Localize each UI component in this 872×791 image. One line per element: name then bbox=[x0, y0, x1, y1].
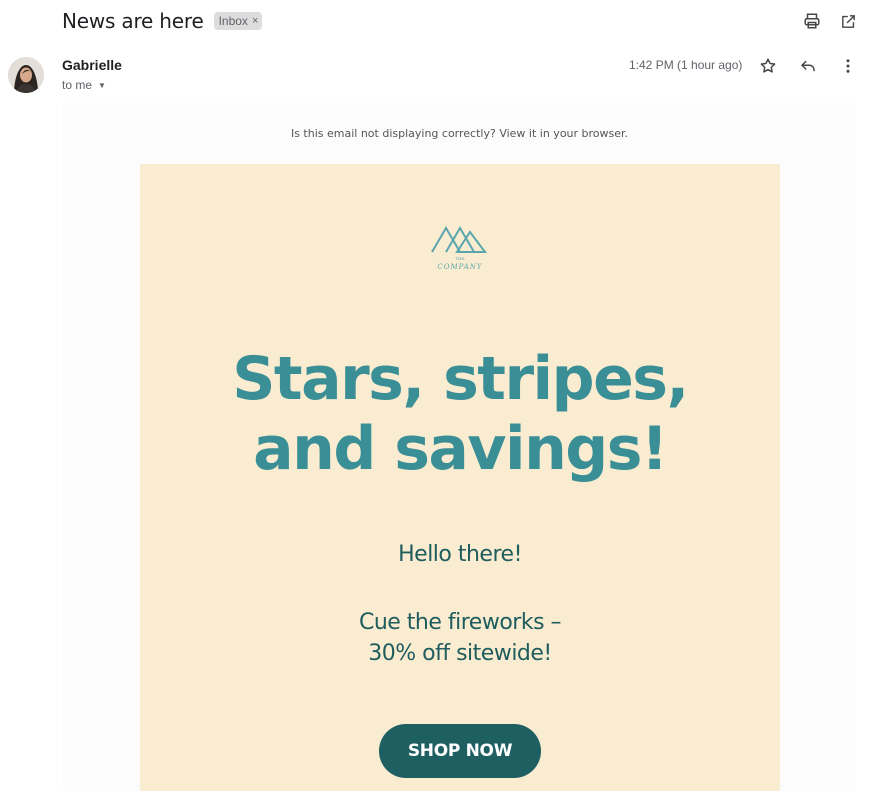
offer-line-1: Cue the fireworks – bbox=[358, 610, 562, 635]
email-body: Is this email not displaying correctly? … bbox=[63, 103, 856, 791]
view-in-browser-link[interactable]: Is this email not displaying correctly? … bbox=[63, 127, 856, 140]
subject-row: News are here Inbox × bbox=[62, 8, 263, 34]
message-timestamp: 1:42 PM (1 hour ago) bbox=[629, 58, 743, 72]
sender-avatar[interactable] bbox=[8, 57, 44, 93]
open-in-new-window-icon[interactable] bbox=[838, 11, 858, 31]
promo-headline: Stars, stripes, and savings! bbox=[140, 344, 780, 484]
company-logo: THE COMPANY bbox=[427, 222, 493, 274]
headline-line-2: and savings! bbox=[253, 414, 668, 484]
sender-name: Gabrielle bbox=[62, 57, 122, 73]
print-icon[interactable] bbox=[802, 11, 822, 31]
shop-now-button[interactable]: SHOP NOW bbox=[379, 724, 541, 778]
star-icon[interactable] bbox=[758, 56, 778, 76]
headline-line-1: Stars, stripes, bbox=[232, 344, 689, 414]
chevron-down-icon[interactable]: ▼ bbox=[98, 81, 106, 90]
offer-line-2: 30% off sitewide! bbox=[368, 641, 552, 666]
greeting-text: Hello there! bbox=[398, 542, 522, 567]
recipient-label: to me bbox=[62, 78, 93, 92]
promo-card: THE COMPANY Stars, stripes, and savings!… bbox=[140, 164, 780, 791]
logo-small-text: THE bbox=[455, 256, 464, 261]
logo-brand-text: COMPANY bbox=[437, 263, 483, 271]
remove-label-icon[interactable]: × bbox=[252, 15, 258, 27]
recipient-details-toggle[interactable]: to me ▼ bbox=[62, 78, 106, 92]
offer-text: Cue the fireworks – 30% off sitewide! bbox=[140, 607, 780, 669]
more-vert-icon[interactable] bbox=[838, 56, 858, 76]
inbox-label-chip[interactable]: Inbox × bbox=[213, 12, 263, 30]
label-chip-text: Inbox bbox=[218, 14, 248, 28]
reply-icon[interactable] bbox=[798, 56, 818, 76]
email-subject: News are here bbox=[62, 9, 204, 33]
preheader-text[interactable]: Is this email not displaying correctly? … bbox=[291, 127, 628, 140]
